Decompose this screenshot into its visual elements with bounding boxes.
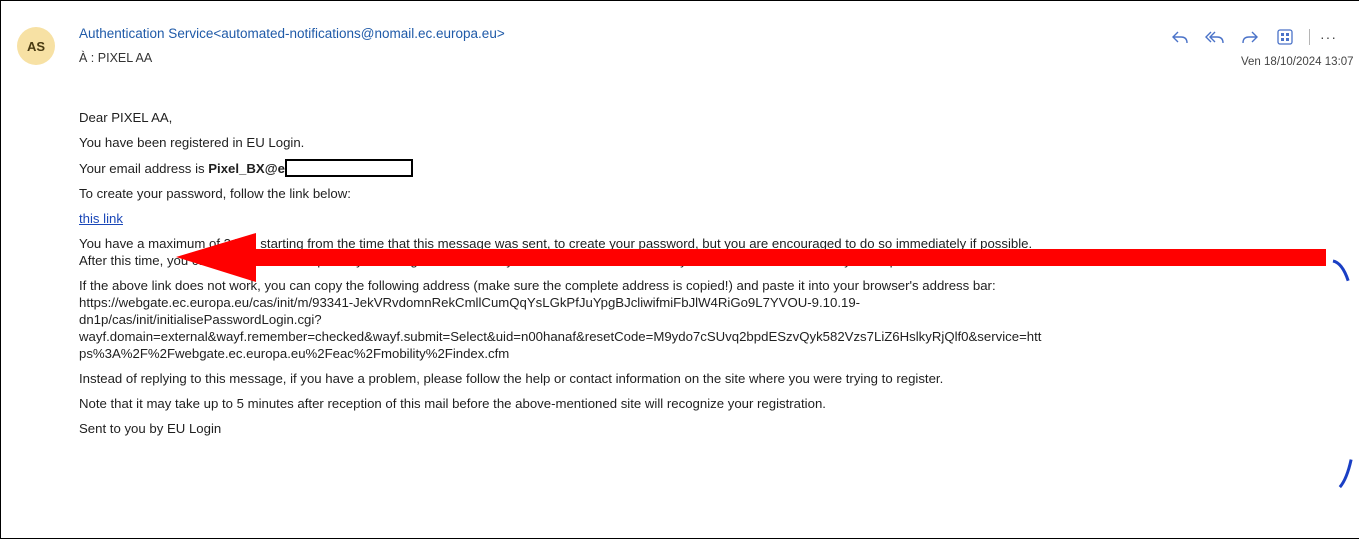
message-body: Dear PIXEL AA, You have been registered … (79, 109, 1359, 437)
registered-text: You have been registered in EU Login. (79, 135, 305, 150)
greeting: Dear PIXEL AA, (79, 110, 173, 125)
url-line-3[interactable]: wayf.domain=external&wayf.remember=check… (79, 328, 1359, 345)
copy-address-text: If the above link does not work, you can… (79, 278, 996, 293)
deadline-text-1: You have a maximum of 24 hr, starting fr… (79, 236, 1033, 251)
url-line-1[interactable]: https://webgate.ec.europa.eu/cas/init/m/… (79, 294, 1359, 311)
avatar[interactable]: AS (17, 27, 55, 65)
help-text: Instead of replying to this message, if … (79, 371, 944, 386)
create-instruction: To create your password, follow the link… (79, 186, 351, 201)
sent-by-text: Sent to you by EU Login (79, 421, 222, 436)
toolbar-divider (1309, 29, 1310, 45)
email-value: Pixel_BX@e (208, 161, 285, 176)
email-reading-pane: AS Authentication Service<automated-noti… (0, 0, 1359, 539)
reply-all-icon[interactable] (1204, 27, 1226, 47)
more-icon[interactable]: ··· (1320, 29, 1337, 45)
deadline-text-2: After this time, you can make another re… (79, 253, 922, 268)
email-address-line: Your email address is Pixel_BX@e (79, 159, 1359, 177)
url-line-4[interactable]: ps%3A%2F%2Fwebgate.ec.europa.eu%2Feac%2F… (79, 345, 1359, 362)
message-actions-toolbar: ··· (1169, 27, 1337, 47)
sender-address[interactable]: Authentication Service<automated-notific… (79, 26, 505, 41)
note-text: Note that it may take up to 5 minutes af… (79, 396, 826, 411)
redaction-box (284, 159, 413, 177)
recipient-line: À : PIXEL AA (79, 51, 153, 65)
url-line-2[interactable]: dn1p/cas/init/initialisePasswordLogin.cg… (79, 311, 1359, 328)
apps-icon[interactable] (1274, 27, 1296, 47)
password-link[interactable]: this link (79, 211, 123, 226)
reply-icon[interactable] (1169, 27, 1191, 47)
message-date: Ven 18/10/2024 13:07 (1241, 56, 1354, 68)
email-prefix: Your email address is (79, 161, 209, 176)
forward-icon[interactable] (1239, 27, 1261, 47)
